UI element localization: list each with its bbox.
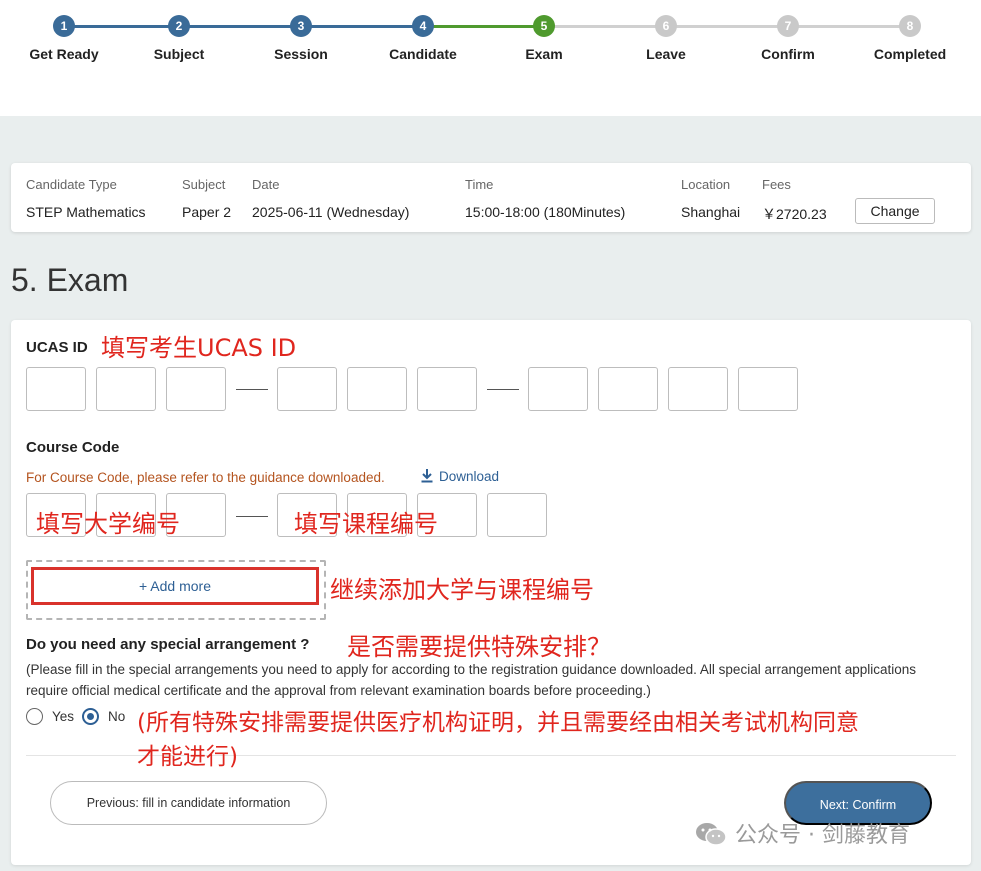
candidate-type-value: STEP Mathematics — [26, 204, 146, 220]
step-number: 6 — [655, 15, 677, 37]
radio-yes-label[interactable]: Yes — [52, 709, 74, 724]
time-label: Time — [465, 177, 494, 192]
booking-summary: Candidate Type STEP Mathematics Subject … — [11, 163, 971, 232]
watermark-text: 公众号 · 剑藤教育 — [735, 823, 910, 848]
ucas-digit-7[interactable] — [528, 367, 588, 411]
ucas-digit-10[interactable] — [738, 367, 798, 411]
step-number: 4 — [412, 15, 434, 37]
annotation-add-more: 继续添加大学与课程编号 — [330, 576, 594, 604]
step-label: Leave — [646, 46, 686, 62]
download-link[interactable]: Download — [420, 468, 499, 484]
special-arrangement-description: (Please fill in the special arrangements… — [26, 662, 917, 698]
step-number: 7 — [777, 15, 799, 37]
course-code-hint: For Course Code, please refer to the gui… — [26, 470, 385, 485]
ucas-digit-4[interactable] — [277, 367, 337, 411]
ucas-digit-2[interactable] — [96, 367, 156, 411]
step-number: 5 — [533, 15, 555, 37]
download-icon — [421, 469, 433, 483]
download-label: Download — [439, 469, 500, 484]
ucas-digit-8[interactable] — [598, 367, 658, 411]
step-label: Exam — [525, 46, 563, 62]
annotation-course-code: 填写课程编号 — [294, 510, 438, 538]
time-value: 15:00-18:00 (180Minutes) — [465, 204, 626, 220]
previous-button[interactable]: Previous: fill in candidate information — [50, 781, 327, 825]
location-value: Shanghai — [681, 204, 741, 220]
step-number: 8 — [899, 15, 921, 37]
step-label: Confirm — [761, 46, 815, 62]
course-code-label: Course Code — [26, 439, 120, 456]
ucas-digit-3[interactable] — [166, 367, 226, 411]
ucas-digit-6[interactable] — [417, 367, 477, 411]
progress-stepper: 1 Get Ready 2 Subject 3 Session 4 Candid… — [0, 0, 981, 116]
subject-value: Paper 2 — [182, 204, 232, 220]
separator-dash — [236, 389, 268, 390]
step-number: 2 — [168, 15, 190, 37]
separator-dash — [487, 389, 519, 390]
step-completed: 8 Completed — [840, 0, 980, 62]
change-button[interactable]: Change — [855, 198, 935, 224]
subject-label: Subject — [182, 177, 226, 192]
wechat-icon — [696, 823, 727, 846]
annotation-university-code: 填写大学编号 — [36, 510, 180, 538]
step-number: 3 — [290, 15, 312, 37]
add-more-button[interactable]: + Add more — [31, 567, 319, 605]
step-leave: 6 Leave — [596, 0, 736, 62]
step-session[interactable]: 3 Session — [231, 0, 371, 62]
ucas-digit-9[interactable] — [668, 367, 728, 411]
annotation-special: 是否需要提供特殊安排？ — [347, 633, 611, 661]
candidate-type-label: Candidate Type — [26, 177, 117, 192]
radio-no[interactable] — [82, 708, 99, 725]
step-number: 1 — [53, 15, 75, 37]
step-candidate[interactable]: 4 Candidate — [353, 0, 493, 62]
special-arrangement-question: Do you need any special arrangement ? — [26, 636, 310, 653]
step-label: Session — [274, 46, 328, 62]
step-label: Completed — [873, 46, 947, 62]
ucas-digit-5[interactable] — [347, 367, 407, 411]
radio-yes[interactable] — [26, 708, 43, 725]
page-title: 5. Exam — [11, 262, 129, 298]
annotation-ucas: 填写考生UCAS ID — [101, 334, 297, 362]
annotation-special-note-2: 才能进行) — [137, 744, 238, 770]
step-confirm: 7 Confirm — [718, 0, 858, 62]
location-label: Location — [681, 177, 731, 192]
separator-dash — [236, 516, 268, 517]
ucas-id-label: UCAS ID — [26, 339, 88, 356]
radio-no-label[interactable]: No — [108, 709, 125, 724]
course-code-digit-4[interactable] — [487, 493, 547, 537]
date-label: Date — [252, 177, 280, 192]
date-value: 2025-06-11 (Wednesday) — [252, 204, 410, 220]
step-label: Candidate — [389, 46, 457, 62]
step-label: Subject — [153, 46, 205, 62]
annotation-special-note-1: (所有特殊安排需要提供医疗机构证明，并且需要经由相关考试机构同意 — [137, 710, 859, 736]
fees-value: ￥2720.23 — [762, 206, 827, 222]
watermark: 公众号 · 剑藤教育 — [695, 817, 910, 849]
fees-label: Fees — [762, 177, 791, 192]
step-exam: 5 Exam — [474, 0, 614, 62]
ucas-digit-1[interactable] — [26, 367, 86, 411]
step-subject[interactable]: 2 Subject — [109, 0, 249, 62]
